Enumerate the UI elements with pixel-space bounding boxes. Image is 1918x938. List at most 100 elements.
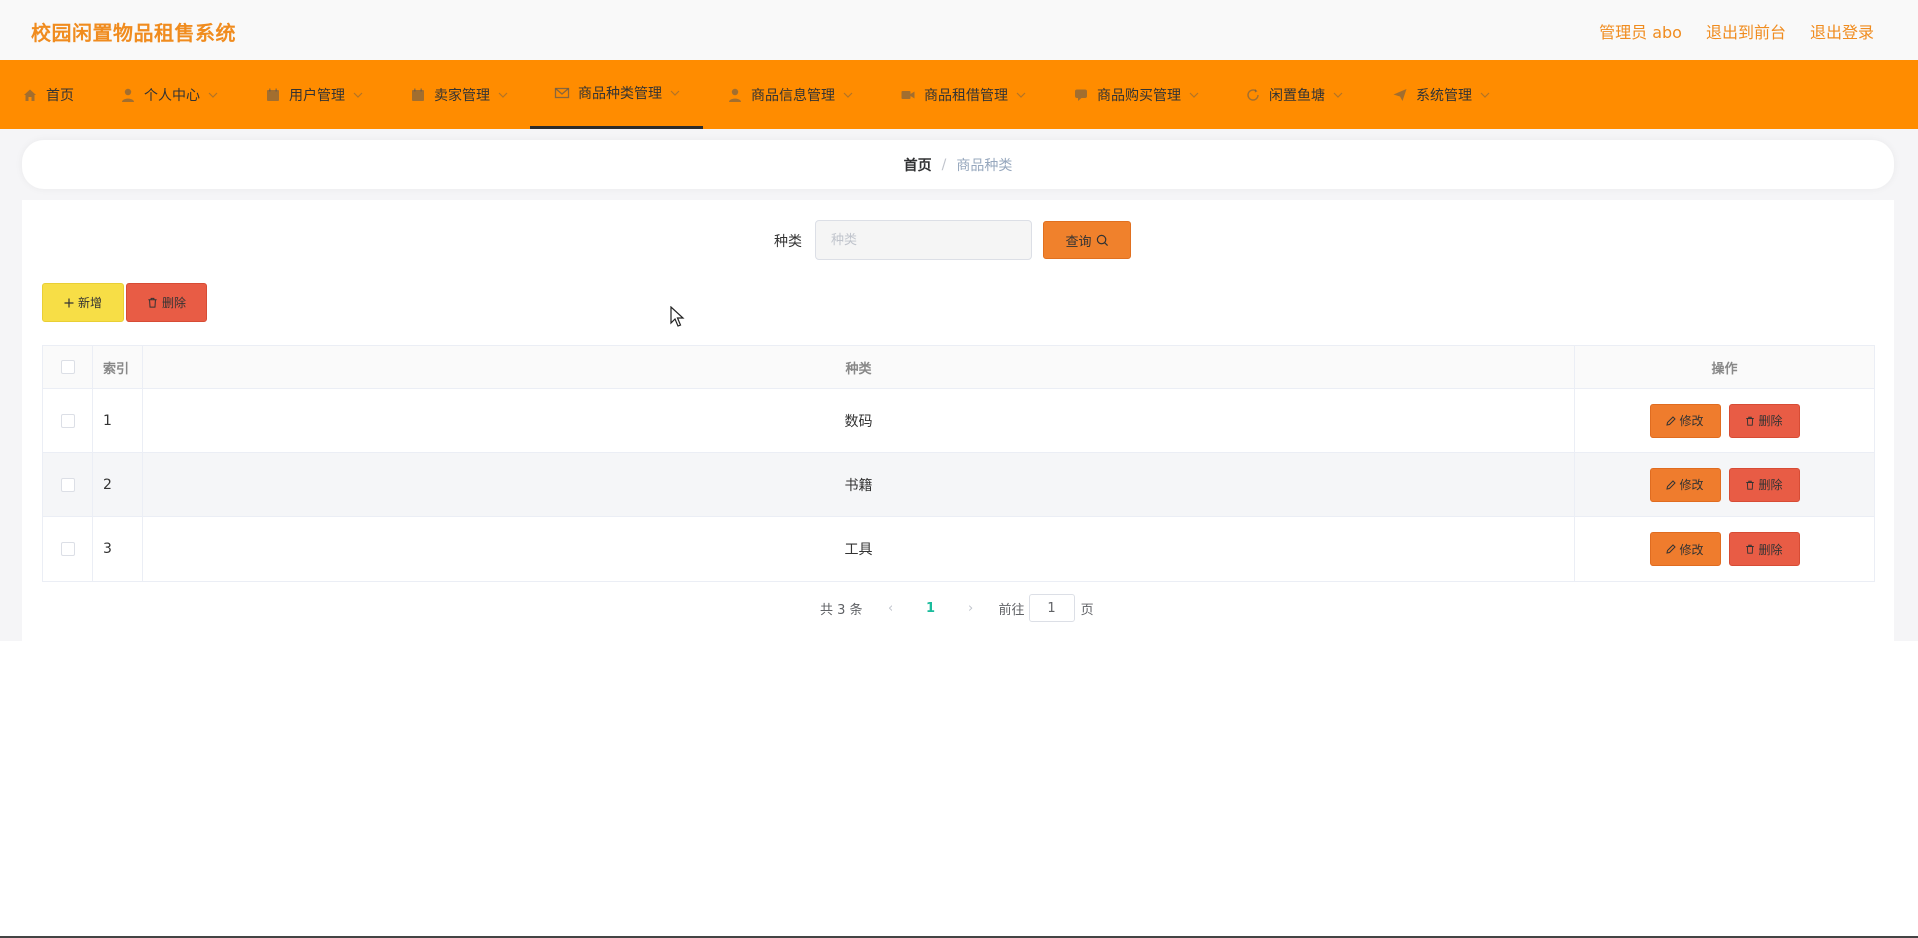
trash-icon (148, 297, 157, 308)
user-icon (120, 87, 136, 103)
nav-label: 系统管理 (1416, 87, 1472, 104)
table-header-row: 索引 种类 操作 (43, 346, 1874, 389)
table-row: 1 数码 修改 删除 (43, 389, 1874, 453)
breadcrumb: 首页 / 商品种类 (22, 140, 1894, 189)
logout-link[interactable]: 退出登录 (1810, 19, 1874, 43)
search-button[interactable]: 查询 (1043, 221, 1131, 259)
row-checkbox[interactable] (60, 542, 75, 556)
edit-label: 修改 (1679, 542, 1704, 557)
top-header: 校园闲置物品租售系统 管理员 abo 退出到前台 退出登录 (0, 0, 1918, 60)
edit-button[interactable]: 修改 (1649, 532, 1721, 566)
chevron-down-icon (1480, 92, 1490, 98)
nav-label: 用户管理 (289, 87, 345, 104)
nav-item-personal-center[interactable]: 个人中心 (120, 60, 218, 129)
row-index: 3 (93, 517, 143, 581)
nav-item-user-management[interactable]: 用户管理 (265, 60, 363, 129)
search-input[interactable] (815, 220, 1032, 260)
delete-button[interactable]: 删除 (1728, 467, 1800, 502)
row-checkbox[interactable] (60, 477, 75, 492)
nav-item-purchase-management[interactable]: 商品购买管理 (1073, 60, 1199, 129)
row-checkbox-cell (43, 389, 93, 452)
nav-item-rental-management[interactable]: 商品租借管理 (900, 60, 1026, 129)
nav-item-category-management[interactable]: 商品种类管理 (530, 60, 703, 129)
nav-label: 首页 (46, 87, 74, 104)
search-button-label: 查询 (1065, 234, 1092, 250)
page-suffix: 页 (1080, 602, 1094, 618)
nav-label: 卖家管理 (434, 87, 490, 104)
chevron-down-icon (208, 92, 218, 98)
exit-to-front-link[interactable]: 退出到前台 (1706, 19, 1786, 43)
pagination-total: 共 3 条 (820, 602, 863, 618)
chevron-down-icon (353, 92, 363, 98)
page-number-current[interactable]: 1 (913, 601, 949, 616)
plus-icon (64, 298, 74, 307)
home-icon (22, 87, 38, 103)
breadcrumb-home[interactable]: 首页 (904, 155, 932, 175)
edit-button[interactable]: 修改 (1649, 403, 1721, 438)
nav-item-idle-pond[interactable]: 闲置鱼塘 (1245, 60, 1343, 129)
trash-icon (1746, 480, 1755, 490)
batch-delete-button[interactable]: 删除 (126, 283, 207, 322)
header-links: 管理员 abo 退出到前台 退出登录 (1599, 19, 1874, 43)
goto-label: 前往 (998, 602, 1025, 618)
calendar-icon (265, 87, 281, 103)
row-operations: 修改 删除 (1575, 453, 1874, 516)
nav-item-system-management[interactable]: 系统管理 (1392, 60, 1490, 129)
delete-label: 删除 (1758, 542, 1783, 557)
header-checkbox-cell (43, 346, 93, 388)
pagination: 共 3 条 ‹ 1 › 前往 页 (820, 594, 1094, 622)
next-page-icon[interactable]: › (961, 601, 981, 616)
header-operation: 操作 (1711, 361, 1738, 377)
delete-button[interactable]: 删除 (1728, 403, 1800, 438)
nav-item-seller-management[interactable]: 卖家管理 (410, 60, 508, 129)
edit-icon (1666, 479, 1677, 490)
nav-label: 商品种类管理 (578, 86, 662, 102)
chevron-down-icon (1016, 92, 1026, 98)
edit-button[interactable]: 修改 (1649, 467, 1721, 502)
edit-label: 修改 (1679, 478, 1704, 492)
nav-label: 商品信息管理 (751, 87, 835, 104)
row-index: 1 (93, 389, 143, 452)
delete-label: 删除 (1758, 414, 1783, 428)
app-title: 校园闲置物品租售系统 (31, 21, 236, 45)
nav-item-home[interactable]: 首页 (22, 60, 74, 129)
header-kind: 种类 (143, 346, 1575, 388)
refresh-icon (1245, 87, 1261, 103)
goto-page-input[interactable] (1028, 594, 1075, 622)
user-icon (727, 87, 743, 103)
search-icon (1096, 234, 1108, 246)
trash-icon (1746, 416, 1755, 426)
category-table: 索引 种类 操作 1 数码 修改 删除 2 书籍 修改 删除 3 工具 修改 删… (42, 345, 1875, 582)
select-all-checkbox[interactable] (60, 360, 75, 374)
chat-icon (1073, 87, 1089, 103)
delete-label: 删除 (1758, 478, 1783, 492)
edit-icon (1666, 544, 1677, 554)
row-checkbox[interactable] (60, 413, 75, 428)
mail-icon (554, 85, 570, 101)
nav-label: 商品购买管理 (1097, 87, 1181, 104)
calendar-icon (410, 87, 426, 103)
row-kind: 工具 (143, 517, 1575, 581)
add-button-label: 新增 (77, 296, 102, 310)
table-row: 2 书籍 修改 删除 (43, 453, 1874, 517)
table-row: 3 工具 修改 删除 (43, 517, 1874, 581)
delete-button[interactable]: 删除 (1728, 532, 1800, 566)
row-checkbox-cell (43, 453, 93, 516)
prev-page-icon[interactable]: ‹ (881, 601, 901, 616)
row-index: 2 (93, 453, 143, 516)
nav-label: 闲置鱼塘 (1269, 87, 1325, 104)
send-icon (1392, 87, 1408, 103)
chevron-down-icon (498, 92, 508, 98)
nav-item-product-info-management[interactable]: 商品信息管理 (727, 60, 853, 129)
chevron-down-icon (1189, 92, 1199, 98)
mouse-cursor-icon (670, 306, 685, 327)
header-index: 索引 (93, 346, 143, 388)
row-operations: 修改 删除 (1575, 517, 1874, 581)
chevron-down-icon (843, 92, 853, 98)
row-checkbox-cell (43, 517, 93, 581)
nav-label: 商品租借管理 (924, 87, 1008, 104)
admin-user-label[interactable]: 管理员 abo (1599, 19, 1682, 43)
chevron-down-icon (670, 90, 680, 96)
breadcrumb-current: 商品种类 (956, 157, 1013, 174)
add-button[interactable]: 新增 (42, 283, 124, 322)
